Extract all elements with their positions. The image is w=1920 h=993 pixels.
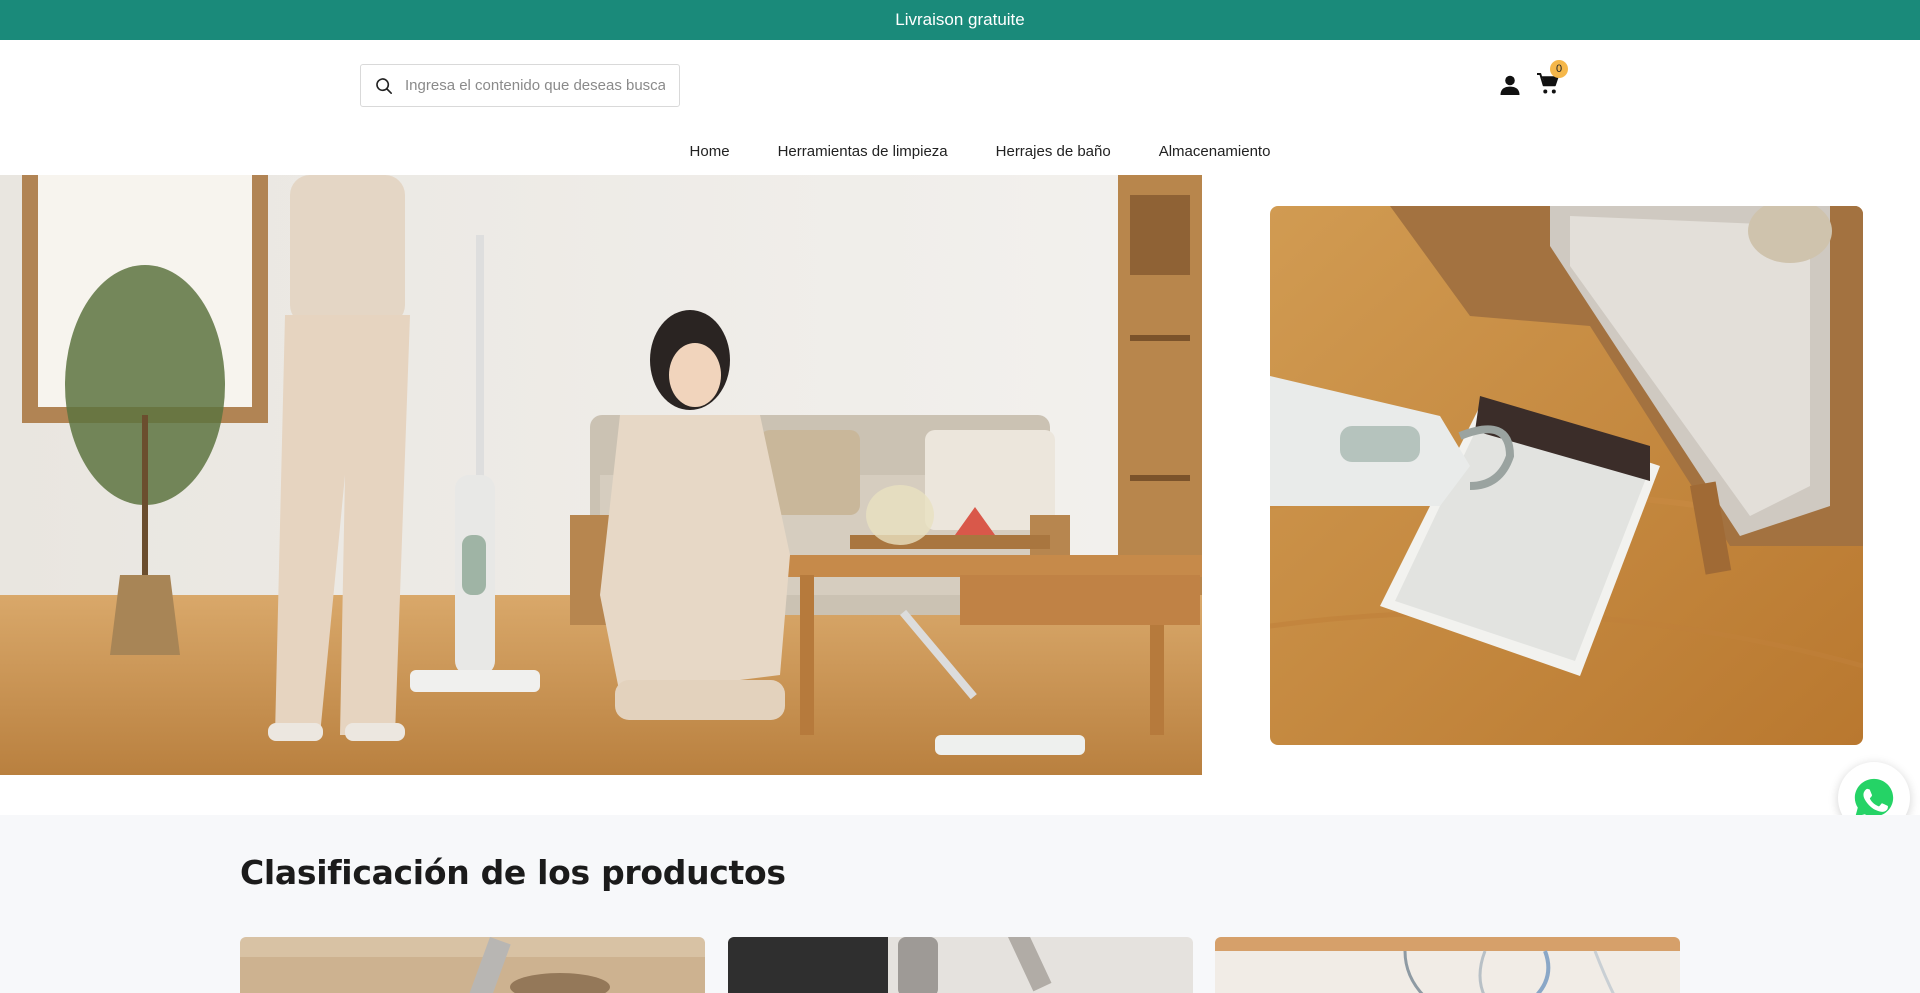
nav-item-home[interactable]: Home [690,143,730,160]
cart-count-badge: 0 [1550,60,1568,78]
main-nav: Home Herramientas de limpieza Herrajes d… [0,143,1920,160]
nav-item-storage[interactable]: Almacenamiento [1159,143,1271,160]
product-categories-section: Clasificación de los productos [0,815,1920,993]
category-card-faucet[interactable] [728,937,1193,993]
section-title: Clasificación de los productos [240,853,786,892]
cart-button[interactable]: 0 [1536,60,1568,98]
header-actions: 0 [1498,60,1568,98]
user-icon[interactable] [1498,73,1522,97]
announcement-text: Livraison gratuite [895,10,1025,29]
category-card-hangers[interactable] [1215,937,1680,993]
search-box[interactable] [360,64,680,107]
site-header: 0 Home Herramientas de limpieza Herrajes… [0,40,1920,175]
search-icon[interactable] [375,77,393,95]
search-input[interactable] [405,77,665,94]
announcement-bar: Livraison gratuite [0,0,1920,40]
category-card-mop[interactable] [240,937,705,993]
hero-side-image[interactable] [1270,206,1863,745]
nav-item-bathroom-hardware[interactable]: Herrajes de baño [996,143,1111,160]
nav-item-cleaning-tools[interactable]: Herramientas de limpieza [778,143,948,160]
hero-banner-image[interactable] [0,175,1202,775]
